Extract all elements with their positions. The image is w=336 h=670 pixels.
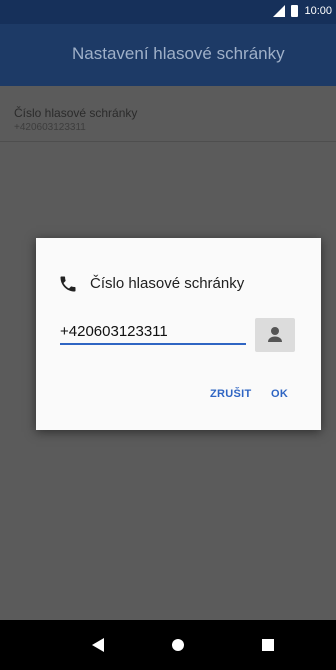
cancel-button[interactable]: ZRUŠIT [210, 388, 252, 400]
battery-icon [291, 5, 299, 17]
dialog-title: Číslo hlasové schránky [90, 275, 245, 292]
recents-icon[interactable] [262, 639, 274, 651]
phone-icon [60, 276, 76, 292]
navigation-bar [0, 620, 336, 670]
pick-contact-button[interactable] [255, 318, 295, 352]
voicemail-number-dialog: Číslo hlasové schránky ZRUŠIT OK [36, 238, 321, 430]
contact-icon [268, 327, 282, 342]
home-icon[interactable] [172, 639, 184, 651]
signal-icon [273, 5, 286, 17]
setting-title: Číslo hlasové schránky [14, 106, 138, 120]
status-bar: 10:00 [0, 0, 336, 24]
voicemail-number-input[interactable] [60, 319, 246, 345]
ok-button[interactable]: OK [271, 388, 288, 400]
status-time: 10:00 [304, 5, 332, 17]
app-bar: Nastavení hlasové schránky [0, 24, 336, 86]
voicemail-number-setting[interactable]: Číslo hlasové schránky +420603123311 [0, 86, 336, 142]
setting-value: +420603123311 [14, 122, 86, 133]
status-icons: 10:00 [273, 5, 332, 17]
back-icon[interactable] [92, 638, 104, 652]
page-title: Nastavení hlasové schránky [72, 44, 285, 63]
